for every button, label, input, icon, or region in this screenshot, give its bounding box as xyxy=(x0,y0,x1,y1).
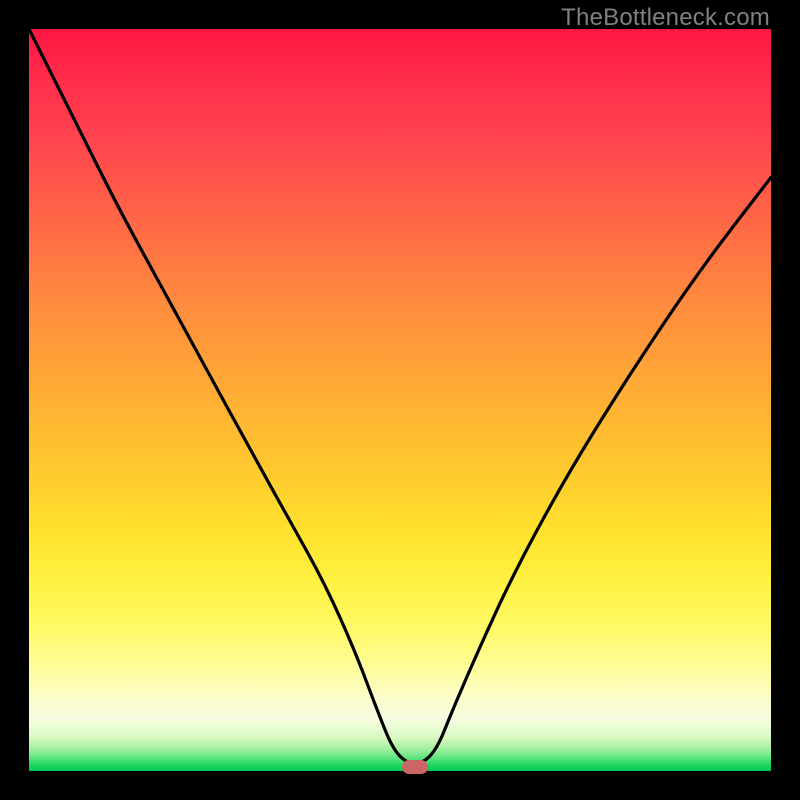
plot-background xyxy=(29,29,771,771)
chart-frame: TheBottleneck.com xyxy=(0,0,800,800)
watermark-text: TheBottleneck.com xyxy=(561,4,770,32)
bottleneck-marker xyxy=(402,760,428,774)
